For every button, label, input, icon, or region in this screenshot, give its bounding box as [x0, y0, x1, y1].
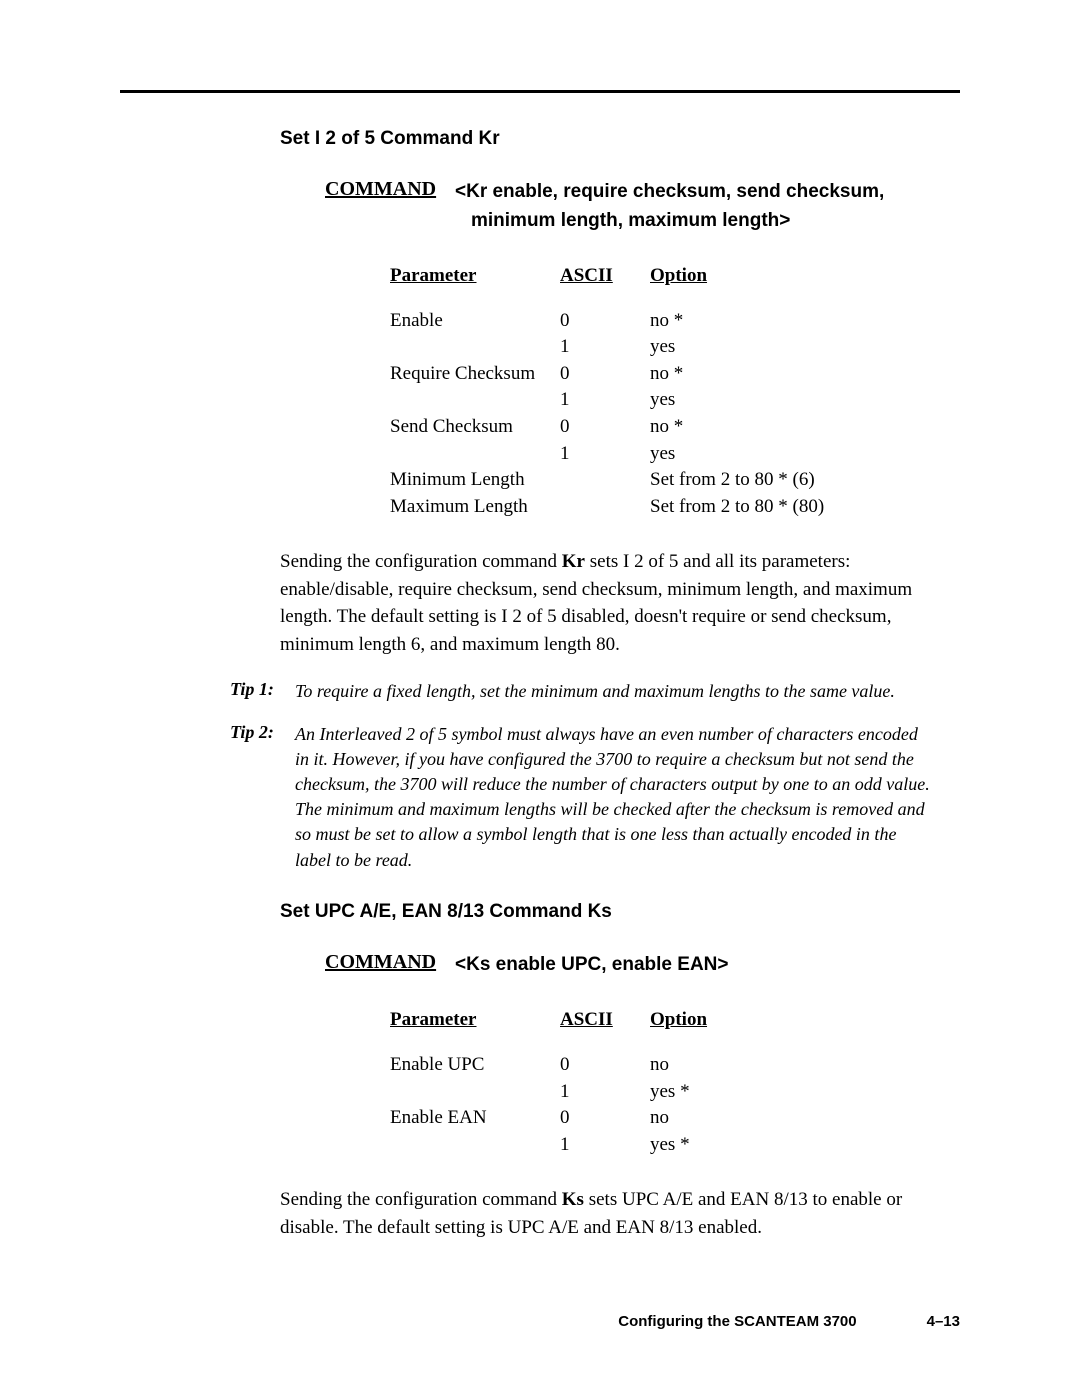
tip-text: To require a fixed length, set the minim… — [295, 679, 930, 704]
cell-ascii: 0 — [560, 1052, 650, 1079]
command-syntax: <Ks enable UPC, enable EAN> — [455, 951, 729, 980]
footer-page-number: 4–13 — [927, 1313, 960, 1330]
cmd-syntax-line2: minimum length, maximum length> — [471, 207, 884, 236]
cell-option: no * — [650, 308, 930, 335]
header-parameter: Parameter — [390, 263, 560, 290]
command-label: COMMAND — [325, 178, 455, 235]
table-header: Parameter ASCII Option — [390, 263, 930, 290]
cell-param: Maximum Length — [390, 494, 560, 521]
table-row: 1yes * — [390, 1079, 930, 1106]
cell-param — [390, 1079, 560, 1106]
command-row-kr: COMMAND <Kr enable, require checksum, se… — [325, 178, 930, 235]
cell-option: yes * — [650, 1132, 930, 1159]
page: Set I 2 of 5 Command Kr COMMAND <Kr enab… — [120, 90, 960, 1261]
table-row: 1yes * — [390, 1132, 930, 1159]
cell-ascii: 1 — [560, 334, 650, 361]
cell-ascii: 1 — [560, 1079, 650, 1106]
cell-param — [390, 441, 560, 468]
cell-ascii — [560, 494, 650, 521]
cell-option: Set from 2 to 80 * (80) — [650, 494, 930, 521]
table-row: Require Checksum0no * — [390, 361, 930, 388]
table-row: 1yes — [390, 387, 930, 414]
table-row: Enable UPC0no — [390, 1052, 930, 1079]
cell-param — [390, 1132, 560, 1159]
header-ascii: ASCII — [560, 1007, 650, 1034]
desc-bold: Ks — [562, 1189, 584, 1210]
cell-param: Minimum Length — [390, 467, 560, 494]
section2-desc: Sending the configuration command Ks set… — [280, 1186, 930, 1241]
cell-param: Send Checksum — [390, 414, 560, 441]
content-column: Set I 2 of 5 Command Kr COMMAND <Kr enab… — [280, 128, 930, 1241]
section1-title: Set I 2 of 5 Command Kr — [280, 128, 930, 150]
cell-option: yes — [650, 387, 930, 414]
table-row: 1yes — [390, 334, 930, 361]
tip-block: Tip 1: To require a fixed length, set th… — [230, 679, 930, 704]
cell-ascii: 1 — [560, 387, 650, 414]
cell-ascii: 0 — [560, 414, 650, 441]
cell-option: no * — [650, 414, 930, 441]
cell-option: no — [650, 1052, 930, 1079]
footer: Configuring the SCANTEAM 3700 4–13 — [120, 1313, 960, 1330]
header-parameter: Parameter — [390, 1007, 560, 1034]
cell-param: Enable UPC — [390, 1052, 560, 1079]
cell-param — [390, 334, 560, 361]
parameter-table-ks: Parameter ASCII Option Enable UPC0no 1ye… — [390, 1007, 930, 1158]
tip-block: Tip 2: An Interleaved 2 of 5 symbol must… — [230, 722, 930, 873]
cell-ascii: 1 — [560, 441, 650, 468]
command-label: COMMAND — [325, 951, 455, 980]
table-row: 1yes — [390, 441, 930, 468]
command-syntax: <Kr enable, require checksum, send check… — [455, 178, 884, 235]
tip-label: Tip 2: — [230, 722, 295, 873]
cell-ascii: 0 — [560, 361, 650, 388]
table-row: Minimum Length Set from 2 to 80 * (6) — [390, 467, 930, 494]
desc-pre: Sending the configuration command — [280, 551, 562, 572]
section1-desc: Sending the configuration command Kr set… — [280, 548, 930, 658]
table-row: Enable EAN0no — [390, 1105, 930, 1132]
cell-ascii: 0 — [560, 308, 650, 335]
table-header: Parameter ASCII Option — [390, 1007, 930, 1034]
table-row: Maximum Length Set from 2 to 80 * (80) — [390, 494, 930, 521]
cell-option: no — [650, 1105, 930, 1132]
header-ascii: ASCII — [560, 263, 650, 290]
header-rule — [120, 90, 960, 93]
section2-title: Set UPC A/E, EAN 8/13 Command Ks — [280, 901, 930, 923]
table-row: Send Checksum0no * — [390, 414, 930, 441]
tip-text: An Interleaved 2 of 5 symbol must always… — [295, 722, 930, 873]
cell-option: no * — [650, 361, 930, 388]
cell-param: Enable — [390, 308, 560, 335]
cell-option: yes — [650, 441, 930, 468]
desc-bold: Kr — [562, 551, 585, 572]
cell-option: yes * — [650, 1079, 930, 1106]
cell-option: yes — [650, 334, 930, 361]
table-row: Enable0no * — [390, 308, 930, 335]
parameter-table-kr: Parameter ASCII Option Enable0no * 1yes … — [390, 263, 930, 520]
header-option: Option — [650, 263, 930, 290]
cell-ascii: 0 — [560, 1105, 650, 1132]
tip-label: Tip 1: — [230, 679, 295, 704]
header-option: Option — [650, 1007, 930, 1034]
cell-param — [390, 387, 560, 414]
cell-ascii: 1 — [560, 1132, 650, 1159]
cell-ascii — [560, 467, 650, 494]
command-row-ks: COMMAND <Ks enable UPC, enable EAN> — [325, 951, 930, 980]
footer-title: Configuring the SCANTEAM 3700 — [618, 1313, 856, 1330]
cell-param: Enable EAN — [390, 1105, 560, 1132]
desc-pre: Sending the configuration command — [280, 1189, 562, 1210]
cmd-syntax-line1: <Kr enable, require checksum, send check… — [455, 178, 884, 207]
cell-param: Require Checksum — [390, 361, 560, 388]
cell-option: Set from 2 to 80 * (6) — [650, 467, 930, 494]
